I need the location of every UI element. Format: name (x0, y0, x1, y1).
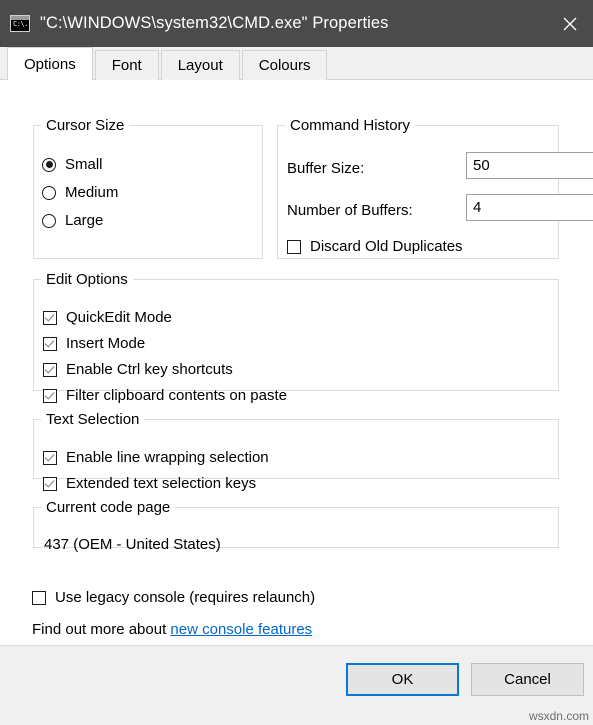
tab-colours-label: Colours (258, 57, 311, 74)
radio-small-label: Small (65, 156, 103, 173)
find-out-more-row: Find out more about new console features (32, 621, 312, 638)
checkbox-discard-label: Discard Old Duplicates (310, 238, 463, 255)
checkbox-filter-clipboard[interactable]: Filter clipboard contents on paste (43, 387, 287, 404)
radio-large-label: Large (65, 212, 104, 229)
checkbox-line-wrapping-icon (43, 450, 57, 465)
code-page-value: 437 (OEM - United States) (44, 536, 221, 553)
checkbox-insert-label: Insert Mode (66, 335, 146, 352)
checkbox-quickedit-label: QuickEdit Mode (66, 309, 172, 326)
checkbox-extended-keys-icon (43, 476, 57, 491)
radio-cursor-small[interactable]: Small (42, 156, 103, 173)
checkbox-use-legacy-console[interactable]: Use legacy console (requires relaunch) (32, 589, 315, 606)
edit-options-legend: Edit Options (41, 271, 133, 288)
cancel-button[interactable]: Cancel (471, 663, 584, 696)
checkbox-enable-ctrl-shortcuts[interactable]: Enable Ctrl key shortcuts (43, 361, 233, 378)
cursor-size-group: Cursor Size Small Medium Large (33, 117, 263, 259)
cmd-app-icon: C:\. (10, 15, 30, 32)
checkbox-filter-clipboard-label: Filter clipboard contents on paste (66, 387, 287, 404)
tab-layout-label: Layout (177, 57, 223, 74)
tab-layout[interactable]: Layout (160, 50, 240, 80)
checkbox-legacy-console-label: Use legacy console (requires relaunch) (55, 589, 316, 606)
number-of-buffers-label: Number of Buffers: (287, 202, 413, 219)
cursor-size-legend: Cursor Size (41, 117, 130, 134)
watermark: wsxdn.com (528, 709, 589, 723)
window-title: "C:\WINDOWS\system32\CMD.exe" Properties (40, 14, 389, 32)
checkbox-extended-selection-keys[interactable]: Extended text selection keys (43, 475, 256, 492)
code-page-group: Current code page 437 (OEM - United Stat… (33, 499, 559, 553)
radio-small-icon (42, 157, 56, 172)
checkbox-filter-clipboard-icon (43, 388, 57, 403)
tab-font-label: Font (111, 57, 142, 74)
tab-options[interactable]: Options (7, 47, 93, 80)
checkbox-quickedit-mode[interactable]: QuickEdit Mode (43, 309, 172, 326)
number-of-buffers-input[interactable] (466, 194, 593, 221)
checkbox-line-wrapping-selection[interactable]: Enable line wrapping selection (43, 449, 269, 466)
radio-cursor-large[interactable]: Large (42, 212, 103, 229)
radio-cursor-medium[interactable]: Medium (42, 184, 118, 201)
text-selection-legend: Text Selection (41, 411, 145, 428)
cmd-icon-prompt-text: C:\. (13, 20, 28, 28)
dialog-footer: OK Cancel wsxdn.com (0, 645, 593, 725)
checkbox-quickedit-icon (43, 310, 57, 325)
radio-medium-label: Medium (65, 184, 119, 201)
close-icon (563, 17, 577, 30)
checkbox-ctrl-shortcuts-icon (43, 362, 57, 377)
number-of-buffers-stepper[interactable] (466, 194, 593, 221)
close-button[interactable] (547, 0, 593, 47)
radio-medium-icon (42, 185, 56, 200)
buffer-size-label: Buffer Size: (287, 160, 365, 177)
checkbox-extended-keys-label: Extended text selection keys (66, 475, 257, 492)
checkbox-ctrl-shortcuts-label: Enable Ctrl key shortcuts (66, 361, 233, 378)
tab-font[interactable]: Font (94, 50, 159, 80)
tab-strip: Options Font Layout Colours (0, 47, 593, 80)
code-page-legend: Current code page (41, 499, 176, 516)
find-out-more-text: Find out more about (32, 621, 171, 638)
text-selection-group: Text Selection Enable line wrapping sele… (33, 411, 559, 492)
command-history-group: Command History Buffer Size: Number of B… (277, 117, 593, 259)
title-bar: C:\. "C:\WINDOWS\system32\CMD.exe" Prope… (0, 0, 593, 47)
checkbox-insert-mode[interactable]: Insert Mode (43, 335, 145, 352)
edit-options-group: Edit Options QuickEdit Mode Insert Mode … (33, 271, 559, 404)
checkbox-insert-icon (43, 336, 57, 351)
tab-options-label: Options (24, 55, 76, 73)
ok-button[interactable]: OK (346, 663, 459, 696)
tab-colours[interactable]: Colours (241, 50, 328, 80)
checkbox-legacy-console-icon (32, 590, 46, 605)
radio-large-icon (42, 213, 56, 228)
new-console-features-link[interactable]: new console features (170, 621, 312, 638)
checkbox-line-wrapping-label: Enable line wrapping selection (66, 449, 269, 466)
checkbox-discard-icon (287, 239, 301, 254)
command-history-legend: Command History (285, 117, 416, 134)
buffer-size-input[interactable] (466, 152, 593, 179)
options-panel: Cursor Size Small Medium Large Command H… (0, 80, 593, 646)
buffer-size-stepper[interactable] (466, 152, 593, 179)
checkbox-discard-old-duplicates[interactable]: Discard Old Duplicates (287, 238, 463, 255)
